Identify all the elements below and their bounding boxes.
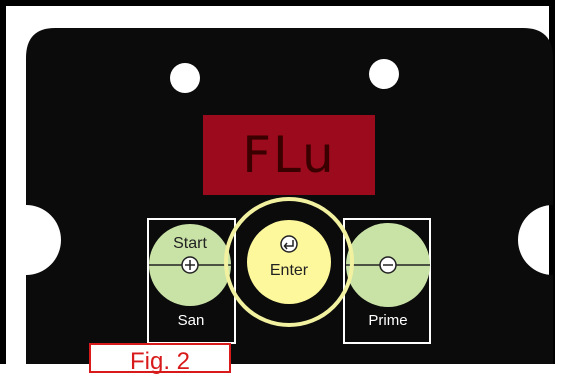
enter-icon [280, 235, 298, 253]
panel-body [26, 28, 553, 364]
san-label: San [177, 312, 205, 329]
prime-label: Prime [368, 312, 408, 329]
start-label: Start [173, 235, 207, 252]
mounting-hole-left [170, 63, 200, 93]
display-readout: FLu [242, 126, 336, 184]
figure-label: Fig. 2 [89, 343, 231, 375]
enter-label: Enter [269, 262, 309, 279]
mounting-hole-right [369, 59, 399, 89]
